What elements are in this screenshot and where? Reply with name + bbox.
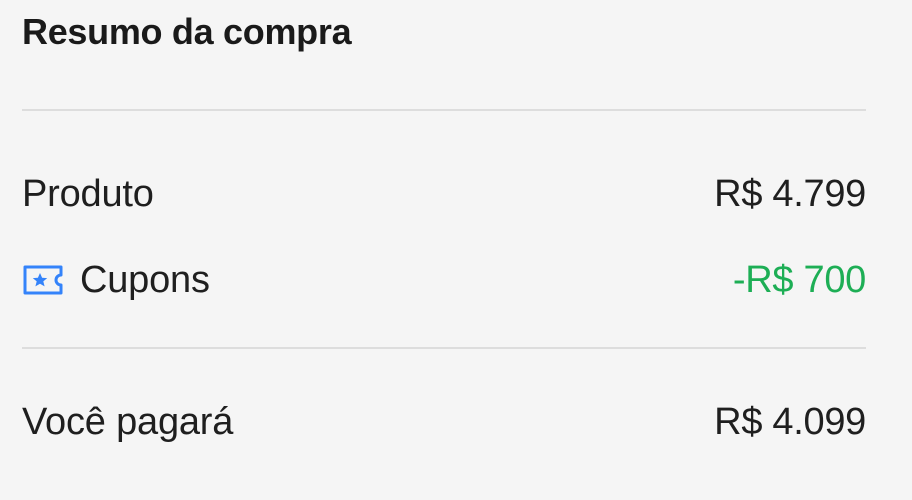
summary-row-product: Produto R$ 4.799 [22, 172, 866, 216]
product-label: Produto [22, 173, 154, 215]
coupons-label[interactable]: Cupons [80, 258, 210, 302]
coupons-discount: -R$ 700 [732, 259, 866, 301]
total-price: R$ 4.099 [714, 401, 866, 443]
summary-row-total: Você pagará R$ 4.099 [22, 400, 866, 444]
coupon-icon [23, 265, 63, 295]
divider [22, 109, 866, 111]
total-label: Você pagará [22, 401, 234, 443]
summary-row-coupons[interactable]: Cupons -R$ 700 [22, 258, 866, 302]
purchase-summary: Resumo da compra Produto R$ 4.799 Cupons… [22, 0, 866, 500]
divider [22, 347, 866, 349]
summary-title: Resumo da compra [22, 11, 352, 52]
coupons-label-group[interactable]: Cupons [22, 258, 210, 302]
product-price: R$ 4.799 [714, 173, 866, 215]
